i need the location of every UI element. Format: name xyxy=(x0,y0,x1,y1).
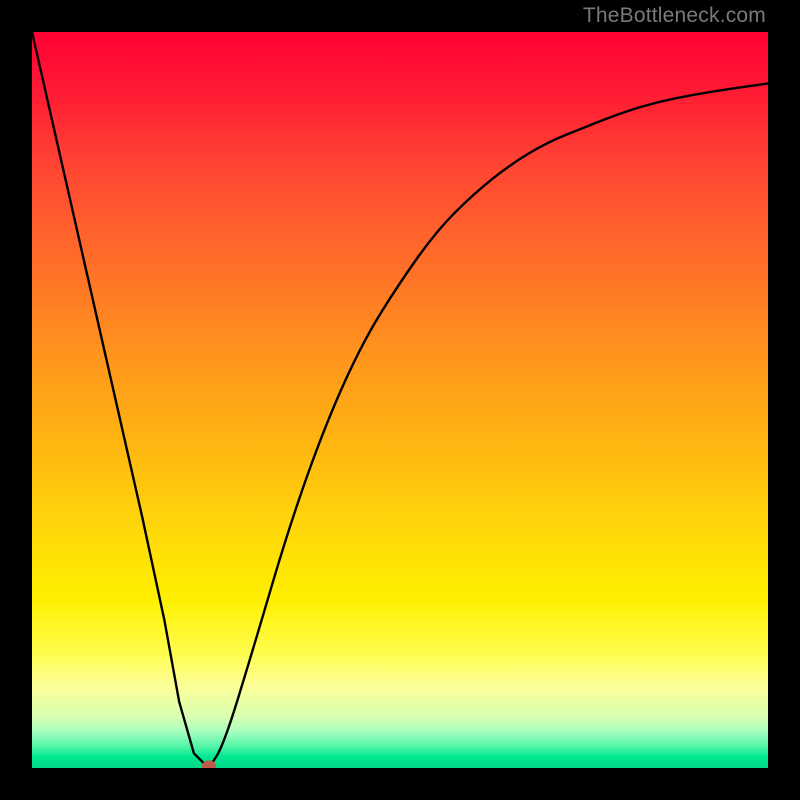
bottleneck-curve-path xyxy=(32,32,768,768)
minimum-marker xyxy=(202,761,216,769)
plot-area xyxy=(32,32,768,768)
curve-layer xyxy=(32,32,768,768)
watermark-text: TheBottleneck.com xyxy=(583,4,766,28)
chart-frame: TheBottleneck.com xyxy=(0,0,800,800)
